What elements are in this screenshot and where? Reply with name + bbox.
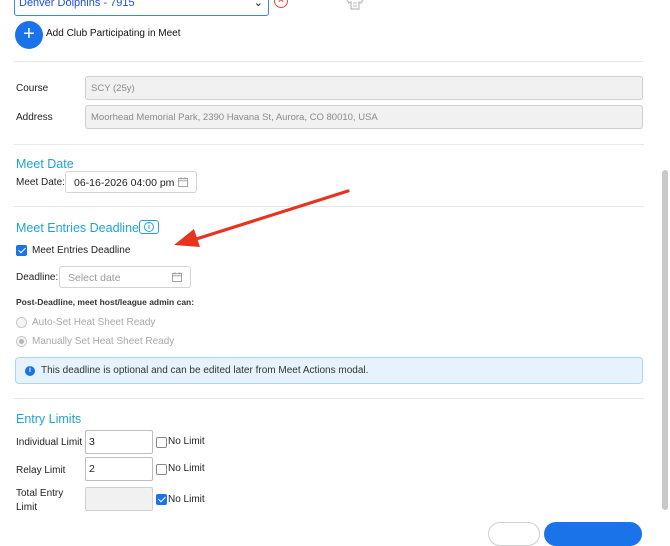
relay-limit-input[interactable]: 2 <box>85 457 153 481</box>
entries-deadline-heading: Meet Entries Deadline <box>16 221 139 235</box>
submit-button[interactable] <box>544 522 642 546</box>
remove-club-icon[interactable]: × <box>274 0 288 8</box>
individual-limit-label: Individual Limit <box>16 437 83 448</box>
course-label: Course <box>16 83 49 94</box>
auto-set-radio[interactable] <box>16 317 27 328</box>
add-club-button[interactable]: + <box>15 21 43 49</box>
cancel-button[interactable] <box>488 522 540 546</box>
club-select[interactable]: Denver Dolphins - 7915 ⌄ <box>14 0 269 16</box>
club-select-value: Denver Dolphins - 7915 <box>19 0 135 9</box>
manual-set-label: Manually Set Heat Sheet Ready <box>32 336 175 347</box>
meet-date-label: Meet Date: <box>16 177 65 188</box>
total-entry-limit-label: Total Entry Limit <box>16 488 64 513</box>
deadline-info-alert: i This deadline is optional and can be e… <box>15 357 643 384</box>
individual-no-limit-checkbox[interactable] <box>156 437 167 448</box>
deadline-info-text: This deadline is optional and can be edi… <box>41 365 369 376</box>
info-button[interactable]: i <box>139 220 159 234</box>
divider <box>14 144 644 145</box>
relay-no-limit-label: No Limit <box>168 463 205 474</box>
post-deadline-label: Post-Deadline, meet host/league admin ca… <box>16 297 195 307</box>
individual-limit-input[interactable]: 3 <box>85 430 153 454</box>
address-field: Moorhead Memorial Park, 2390 Havana St, … <box>85 105 643 129</box>
deadline-label: Deadline: <box>16 272 59 283</box>
entries-deadline-checkbox-label: Meet Entries Deadline <box>32 245 131 256</box>
jersey-icon[interactable] <box>345 0 365 10</box>
entry-limits-heading: Entry Limits <box>16 412 82 426</box>
total-entry-limit-input[interactable] <box>85 487 153 511</box>
manual-set-radio[interactable] <box>16 336 27 347</box>
deadline-placeholder: Select date <box>68 272 121 284</box>
scrollbar-thumb[interactable] <box>662 170 668 510</box>
meet-date-heading: Meet Date <box>16 157 74 171</box>
add-club-label[interactable]: Add Club Participating in Meet <box>46 28 181 39</box>
annotation-arrow-icon <box>174 189 350 247</box>
divider <box>14 398 644 399</box>
info-icon: i <box>144 222 154 232</box>
relay-no-limit-checkbox[interactable] <box>156 464 167 475</box>
entries-deadline-checkbox[interactable] <box>16 245 27 256</box>
individual-no-limit-label: No Limit <box>168 436 205 447</box>
address-label: Address <box>16 112 53 123</box>
course-field: SCY (25y) <box>85 76 643 100</box>
info-icon: i <box>25 366 35 376</box>
calendar-icon <box>172 272 182 282</box>
total-no-limit-checkbox[interactable] <box>156 494 167 505</box>
chevron-down-icon: ⌄ <box>253 0 263 9</box>
relay-limit-label: Relay Limit <box>16 465 66 476</box>
auto-set-label: Auto-Set Heat Sheet Ready <box>32 317 156 328</box>
divider <box>14 61 644 62</box>
meet-date-value: 06-16-2026 04:00 pm <box>74 177 175 189</box>
total-no-limit-label: No Limit <box>168 494 205 505</box>
deadline-input[interactable]: Select date <box>59 266 191 288</box>
